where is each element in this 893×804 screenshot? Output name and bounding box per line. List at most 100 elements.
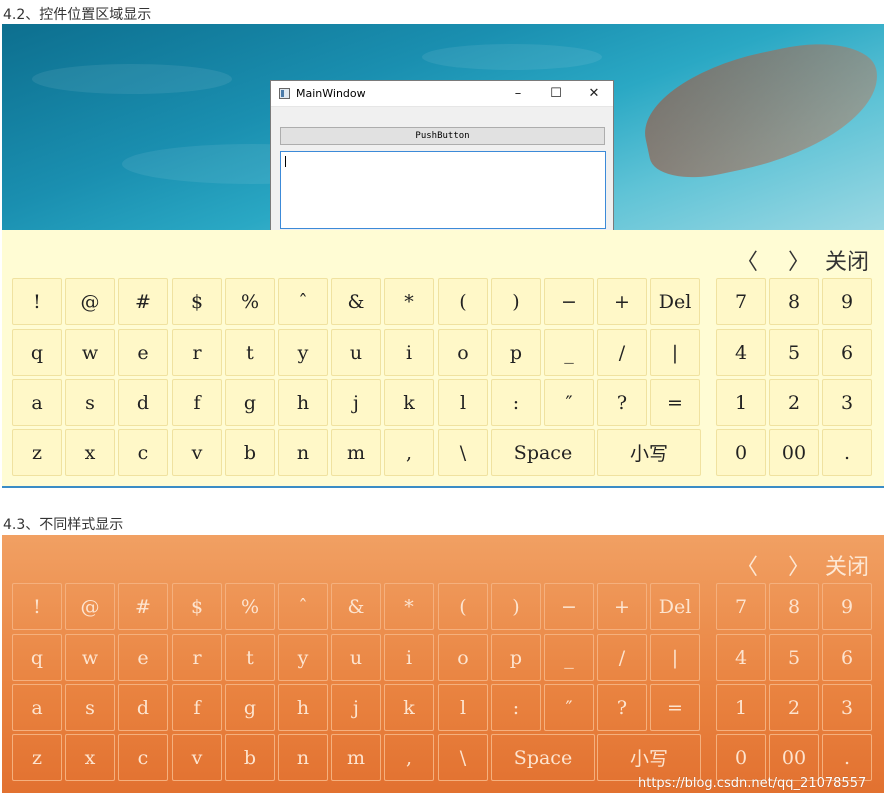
key[interactable]: t (225, 329, 275, 376)
key[interactable]: 小写 (597, 734, 701, 781)
minimize-button[interactable]: – (499, 86, 537, 101)
key[interactable]: ! (12, 583, 62, 630)
key[interactable]: j (331, 379, 381, 426)
key[interactable]: , (384, 429, 434, 476)
key[interactable]: & (331, 583, 381, 630)
key[interactable]: _ (544, 634, 594, 681)
key[interactable]: ? (597, 684, 647, 731)
numpad-key[interactable]: 9 (822, 583, 872, 630)
numpad-key[interactable]: 00 (769, 429, 819, 476)
key[interactable]: z (12, 429, 62, 476)
key[interactable]: ˆ (278, 583, 328, 630)
key[interactable]: , (384, 734, 434, 781)
key[interactable]: i (384, 329, 434, 376)
key[interactable]: f (172, 684, 222, 731)
keyboard-close-button[interactable]: 关闭 (825, 244, 869, 276)
key[interactable]: a (12, 379, 62, 426)
numpad-key[interactable]: 0 (716, 734, 766, 781)
key[interactable]: : (491, 379, 541, 426)
key[interactable]: s (65, 684, 115, 731)
key[interactable]: # (118, 278, 168, 325)
key[interactable]: c (118, 429, 168, 476)
key[interactable]: Del (650, 278, 700, 325)
maximize-button[interactable]: ☐ (537, 86, 575, 101)
numpad-key[interactable]: 5 (769, 634, 819, 681)
numpad-key[interactable]: 1 (716, 379, 766, 426)
numpad-key[interactable]: . (822, 734, 872, 781)
key[interactable]: z (12, 734, 62, 781)
key[interactable]: a (12, 684, 62, 731)
key[interactable]: & (331, 278, 381, 325)
key[interactable]: $ (172, 278, 222, 325)
key[interactable]: Space (491, 429, 595, 476)
numpad-key[interactable]: 4 (716, 634, 766, 681)
key[interactable]: − (544, 278, 594, 325)
key[interactable]: m (331, 734, 381, 781)
numpad-key[interactable]: 9 (822, 278, 872, 325)
close-button[interactable]: ✕ (575, 86, 613, 101)
key[interactable]: ( (438, 278, 488, 325)
numpad-key[interactable]: 6 (822, 634, 872, 681)
key[interactable]: r (172, 634, 222, 681)
key[interactable]: m (331, 429, 381, 476)
numpad-key[interactable]: 6 (822, 329, 872, 376)
key[interactable]: q (12, 634, 62, 681)
key[interactable]: v (172, 734, 222, 781)
key[interactable]: # (118, 583, 168, 630)
key[interactable]: + (597, 583, 647, 630)
numpad-key[interactable]: 8 (769, 278, 819, 325)
key[interactable]: Del (650, 583, 700, 630)
next-page-button[interactable]: 〉 (788, 549, 810, 581)
key[interactable]: / (597, 634, 647, 681)
key[interactable]: b (225, 734, 275, 781)
key[interactable]: y (278, 634, 328, 681)
key[interactable]: | (650, 634, 700, 681)
key[interactable]: * (384, 583, 434, 630)
numpad-key[interactable]: 3 (822, 684, 872, 731)
numpad-key[interactable]: 00 (769, 734, 819, 781)
key[interactable]: w (65, 634, 115, 681)
key[interactable]: x (65, 734, 115, 781)
numpad-key[interactable]: 2 (769, 379, 819, 426)
key[interactable]: = (650, 379, 700, 426)
prev-page-button[interactable]: 〈 (736, 244, 758, 276)
numpad-key[interactable]: 1 (716, 684, 766, 731)
key[interactable]: b (225, 429, 275, 476)
key[interactable]: \ (438, 429, 488, 476)
key[interactable]: p (491, 634, 541, 681)
key[interactable]: v (172, 429, 222, 476)
key[interactable]: ″ (544, 684, 594, 731)
key[interactable]: ? (597, 379, 647, 426)
numpad-key[interactable]: 5 (769, 329, 819, 376)
key[interactable]: e (118, 634, 168, 681)
key[interactable]: w (65, 329, 115, 376)
key[interactable]: e (118, 329, 168, 376)
key[interactable]: − (544, 583, 594, 630)
key[interactable]: ˆ (278, 278, 328, 325)
key[interactable]: + (597, 278, 647, 325)
key[interactable]: ) (491, 278, 541, 325)
key[interactable]: ! (12, 278, 62, 325)
numpad-key[interactable]: 2 (769, 684, 819, 731)
key[interactable]: @ (65, 278, 115, 325)
key[interactable]: * (384, 278, 434, 325)
window-titlebar[interactable]: MainWindow – ☐ ✕ (271, 81, 613, 107)
key[interactable]: t (225, 634, 275, 681)
key[interactable]: l (438, 684, 488, 731)
key[interactable]: l (438, 379, 488, 426)
key[interactable]: h (278, 684, 328, 731)
key[interactable]: % (225, 583, 275, 630)
key[interactable]: Space (491, 734, 595, 781)
key[interactable]: 小写 (597, 429, 701, 476)
key[interactable]: r (172, 329, 222, 376)
numpad-key[interactable]: 7 (716, 278, 766, 325)
key[interactable]: h (278, 379, 328, 426)
key[interactable]: | (650, 329, 700, 376)
key[interactable]: i (384, 634, 434, 681)
key[interactable]: j (331, 684, 381, 731)
key[interactable]: y (278, 329, 328, 376)
key[interactable]: / (597, 329, 647, 376)
numpad-key[interactable]: . (822, 429, 872, 476)
numpad-key[interactable]: 3 (822, 379, 872, 426)
key[interactable]: n (278, 734, 328, 781)
